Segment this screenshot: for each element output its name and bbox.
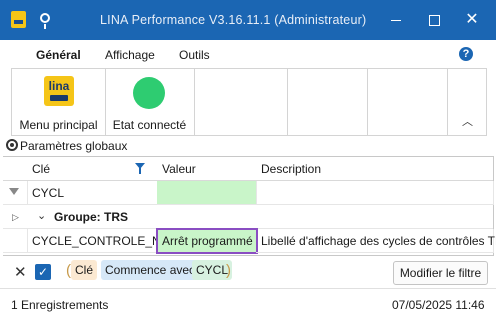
cell-valeur-text: Arrêt programmé (162, 234, 253, 248)
tab-affichage[interactable]: Affichage (105, 48, 155, 62)
filter-funnel-icon (9, 188, 19, 195)
ribbon-collapse-icon[interactable]: ︿ (462, 113, 473, 129)
filter-bar: ✕ ✓ ( Clé Commence avec CYCL ) Modifier … (0, 256, 496, 289)
location-pin-icon[interactable] (40, 13, 50, 29)
params-header: Paramètres globaux (0, 136, 496, 156)
filter-field-chip[interactable]: Clé (71, 260, 98, 280)
filter-input-cle[interactable]: CYCL (27, 181, 158, 205)
tab-outils[interactable]: Outils (179, 48, 210, 62)
filter-icon[interactable] (135, 163, 145, 174)
filter-row-gutter (3, 181, 28, 205)
close-button[interactable]: ✕ (462, 10, 482, 30)
filter-operator-chip[interactable]: Commence avec (101, 260, 200, 280)
gear-icon (6, 139, 18, 151)
lina-logo-text: lina (48, 79, 70, 93)
expand-arrow-icon[interactable]: ▷ (12, 212, 19, 223)
clear-filter-icon[interactable]: ✕ (14, 263, 27, 281)
filter-enabled-checkbox[interactable]: ✓ (35, 264, 51, 280)
status-bar: 1 Enregistrements 07/05/2025 11:46 (0, 289, 496, 321)
grid-gutter-header (3, 157, 28, 181)
ribbon-tabs: Général Affichage Outils (0, 40, 496, 70)
connection-status-button[interactable]: Etat connecté (105, 69, 195, 135)
window-title: LINA Performance V3.16.11.1 (Administrat… (100, 13, 367, 27)
row-gutter (3, 229, 28, 253)
ribbon-empty-slot (287, 69, 368, 135)
lina-logo-icon: lina (44, 76, 74, 106)
status-datetime: 07/05/2025 11:46 (392, 298, 485, 312)
minimize-button[interactable] (386, 10, 406, 30)
filter-input-description[interactable] (256, 181, 494, 205)
column-header-cle[interactable]: Clé (27, 157, 158, 181)
main-menu-label: Menu principal (19, 118, 98, 132)
column-header-description[interactable]: Description (256, 157, 493, 181)
record-count: 1 Enregistrements (11, 298, 109, 312)
ribbon-empty-slot (194, 69, 288, 135)
ribbon-body: lina Menu principal Etat connecté ︿ (11, 68, 487, 136)
filter-input-valeur[interactable] (157, 181, 257, 205)
column-header-label: Valeur (162, 162, 196, 176)
main-menu-button[interactable]: lina Menu principal (12, 69, 106, 135)
help-icon[interactable]: ? (459, 47, 473, 61)
filter-row: CYCL (3, 181, 494, 205)
filter-input-value: CYCL (32, 186, 65, 200)
connection-status-label: Etat connecté (112, 118, 187, 132)
column-header-valeur[interactable]: Valeur (157, 157, 257, 181)
modify-filter-button[interactable]: Modifier le filtre (393, 261, 488, 285)
tab-general[interactable]: Général (36, 48, 81, 70)
title-bar: LINA Performance V3.16.11.1 (Administrat… (0, 0, 496, 40)
group-row[interactable]: ▷ ⌄ Groupe: TRS (3, 205, 493, 229)
column-header-label: Description (261, 162, 322, 176)
status-dot-icon (133, 77, 165, 109)
cell-description-text: Libellé d'affichage des cycles de contrô… (261, 234, 496, 248)
group-row-cell: ▷ ⌄ Groupe: TRS (3, 205, 493, 229)
data-grid: Clé Valeur Description CYCL ▷ ⌄ Groupe: … (3, 156, 496, 256)
cell-valeur[interactable]: Arrêt programmé (156, 228, 258, 254)
chevron-down-icon[interactable]: ⌄ (37, 209, 46, 222)
params-title: Paramètres globaux (20, 139, 128, 153)
filter-paren-close: ) (226, 262, 231, 279)
app-logo-icon (11, 11, 26, 28)
maximize-button[interactable] (424, 10, 444, 30)
column-header-label: Clé (32, 162, 51, 176)
ribbon-empty-slot (367, 69, 448, 135)
cell-cle[interactable]: CYCLE_CONTROLE_NOM (27, 229, 180, 253)
group-label: Groupe: TRS (54, 210, 128, 224)
cell-description[interactable]: Libellé d'affichage des cycles de contrô… (256, 229, 496, 253)
table-row[interactable]: CYCLE_CONTROLE_NOM Arrêt programmé Libel… (3, 228, 496, 254)
